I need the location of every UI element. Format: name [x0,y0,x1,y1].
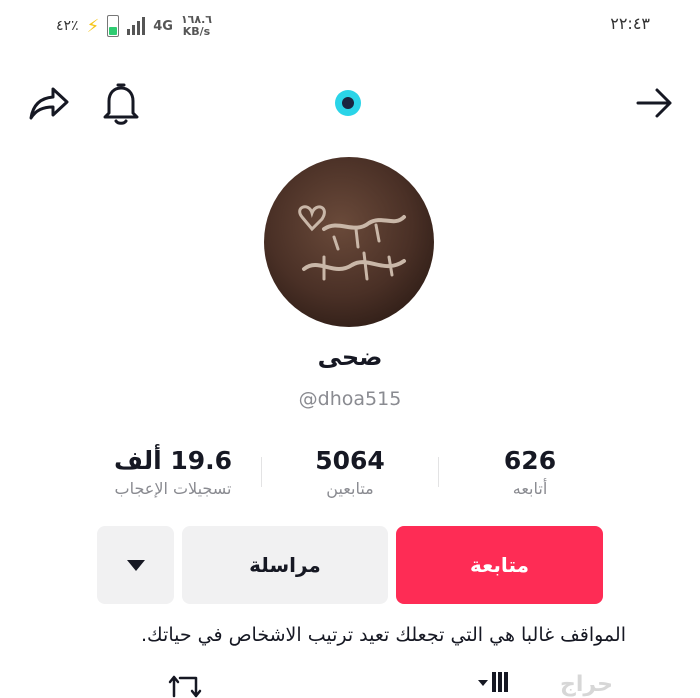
triangle-down-icon [126,559,145,571]
chevron-down-icon [478,680,488,686]
network-type: 4G [153,18,173,34]
charging-icon: ⚡ [86,15,100,37]
share-button[interactable] [24,78,74,128]
network-speed: ١٦٨.٦ KB/s [181,14,212,38]
likes-count: 19.6 ألف [113,446,233,475]
following-count: 626 [503,446,557,475]
grid-tab-icon[interactable] [478,672,508,692]
message-button[interactable]: مراسلة [182,526,388,604]
live-indicator-icon[interactable] [335,90,361,116]
username: @dhoa515 [298,388,402,410]
follow-button[interactable]: متابعة [396,526,603,604]
followers-label: متابعين [326,479,374,498]
signal-icon [127,17,146,35]
profile-actions: متابعة مراسلة [0,526,700,604]
share-icon [29,87,69,120]
battery-icon [107,15,120,37]
status-bar: ٤٢٪ ⚡ 4G ١٦٨.٦ KB/s ٢٢:٤٣ [0,0,700,50]
stat-divider [261,457,262,487]
profile-bio: المواقف غالبا هي التي تجعلك تعيد ترتيب ا… [140,624,626,646]
status-indicators: ٤٢٪ ⚡ 4G ١٦٨.٦ KB/s [56,14,212,38]
network-speed-unit: KB/s [182,25,211,38]
following-label: أتابعه [512,479,548,498]
status-time: ٢٢:٤٣ [610,14,650,33]
avatar[interactable] [264,157,434,327]
battery-percent: ٤٢٪ [56,18,79,34]
avatar-image [264,157,434,327]
back-button[interactable] [630,78,680,128]
stat-following[interactable]: 626 أتابعه [445,445,615,501]
likes-label: تسجيلات الإعجاب [114,479,232,498]
watermark-logo: حراج [560,672,613,697]
profile-stats: 19.6 ألف تسجيلات الإعجاب 5064 متابعين 62… [0,445,700,505]
content-tabs: حراج [0,670,700,698]
stat-likes[interactable]: 19.6 ألف تسجيلات الإعجاب [88,445,258,501]
arrow-right-icon [636,88,672,118]
display-name: ضحى [317,343,383,371]
notification-bell-button[interactable] [96,78,146,128]
stat-divider [438,457,439,487]
stat-followers[interactable]: 5064 متابعين [270,445,430,501]
followers-count: 5064 [315,446,385,475]
repost-icon[interactable] [168,674,208,698]
suggested-accounts-button[interactable] [97,526,174,604]
bell-icon [103,83,139,125]
